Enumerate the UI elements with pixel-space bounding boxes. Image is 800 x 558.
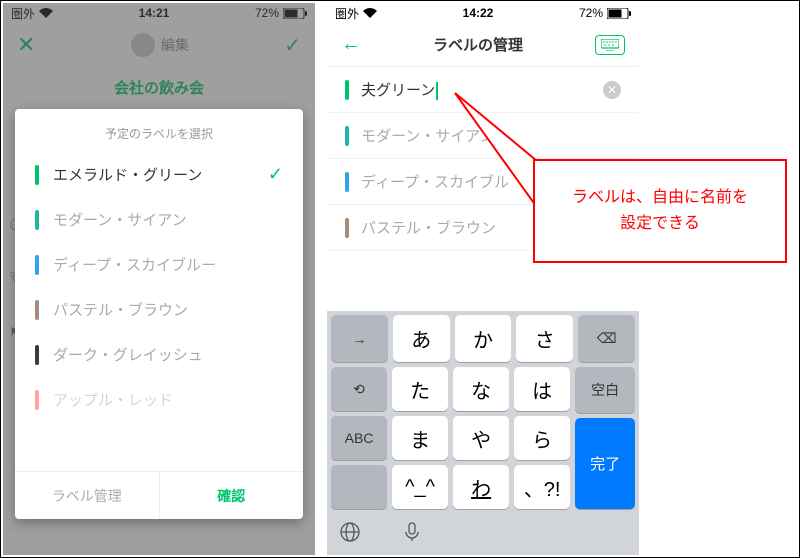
kana-key[interactable]: あ (393, 315, 450, 362)
status-bar: 圏外 14:22 72% (327, 3, 639, 23)
label-name: アップル・レッド (53, 389, 283, 410)
sheet-footer: ラベル管理 確認 (15, 471, 303, 519)
battery-percent: 72% (579, 6, 603, 20)
label-name: モダーン・サイアン (53, 209, 283, 230)
phone-right: 圏外 14:22 72% ← ラベルの管理 夫グリーン ✕ モダーン・サイアンデ… (327, 3, 639, 555)
check-icon: ✓ (268, 164, 283, 185)
color-indicator (35, 165, 39, 185)
phone-left: 圏外 14:21 72% ✕ 編集 ✓ 会社の飲み会 🕐 🏷 ⚑ 予定のラベルを… (3, 3, 315, 555)
label-name: パステル・ブラウン (53, 299, 283, 320)
label-name: ダーク・グレイッシュ (53, 344, 283, 365)
callout-text: ラベルは、自由に名前を 設定できる (572, 185, 748, 236)
function-key[interactable]: ABC (331, 416, 387, 460)
page-title: ラベルの管理 (433, 34, 523, 55)
carrier-text: 圏外 (335, 5, 359, 22)
function-key[interactable]: ⟲ (331, 367, 387, 411)
label-input-row[interactable]: 夫グリーン ✕ (327, 67, 639, 113)
kana-key[interactable]: ま (392, 416, 448, 460)
kana-key[interactable]: か (455, 315, 512, 362)
text-cursor (436, 82, 438, 100)
kana-key[interactable]: さ (516, 315, 573, 362)
label-row[interactable]: ダーク・グレイッシュ (15, 332, 303, 377)
color-indicator (345, 126, 349, 146)
color-indicator (35, 210, 39, 230)
function-key[interactable]: → (331, 315, 388, 362)
done-key[interactable]: 完了 (575, 418, 635, 509)
label-list: エメラルド・グリーン✓ モダーン・サイアンディープ・スカイブルーパステル・ブラウン… (15, 152, 303, 471)
label-input[interactable]: 夫グリーン (361, 79, 603, 100)
label-row[interactable]: パステル・ブラウン (15, 287, 303, 332)
globe-icon[interactable] (339, 521, 361, 548)
annotation-callout: ラベルは、自由に名前を 設定できる (533, 159, 787, 263)
color-indicator (345, 218, 349, 238)
label-row[interactable]: エメラルド・グリーン✓ (15, 152, 303, 197)
confirm-button[interactable]: 確認 (160, 472, 304, 519)
kana-key[interactable]: ^_^ (392, 465, 448, 509)
label-row[interactable]: モダーン・サイアン (15, 197, 303, 242)
label-name: モダーン・サイアン (361, 125, 621, 146)
kana-key[interactable]: な (453, 367, 509, 411)
kana-key[interactable]: や (453, 416, 509, 460)
label-row[interactable]: アップル・レッド (15, 377, 303, 422)
color-indicator (35, 300, 39, 320)
keyboard-bottom-bar (327, 513, 639, 555)
clock: 14:22 (463, 6, 494, 20)
backspace-key[interactable]: ⌫ (578, 315, 635, 362)
mic-icon[interactable] (401, 521, 423, 548)
kana-key[interactable]: 、?! (514, 465, 570, 509)
manage-labels-button[interactable]: ラベル管理 (15, 472, 160, 519)
color-indicator (345, 172, 349, 192)
space-key[interactable]: 空白 (575, 367, 635, 413)
color-indicator (35, 345, 39, 365)
manage-header: ← ラベルの管理 (327, 23, 639, 67)
kana-key[interactable]: た (392, 367, 448, 411)
kana-key[interactable]: は (514, 367, 570, 411)
label-row[interactable]: ディープ・スカイブルー (15, 242, 303, 287)
color-indicator (35, 255, 39, 275)
label-name: ディープ・スカイブルー (53, 254, 283, 275)
label-name: エメラルド・グリーン (53, 164, 268, 185)
keyboard-toggle-button[interactable] (595, 35, 625, 55)
sheet-title: 予定のラベルを選択 (15, 109, 303, 152)
wifi-icon (363, 8, 377, 18)
kana-key[interactable]: わ (453, 465, 509, 509)
battery-icon (607, 8, 631, 19)
kana-key[interactable]: ら (514, 416, 570, 460)
clear-icon[interactable]: ✕ (603, 81, 621, 99)
color-indicator (35, 390, 39, 410)
back-icon[interactable]: ← (341, 33, 361, 56)
label-row[interactable]: モダーン・サイアン (327, 113, 639, 159)
color-indicator (345, 80, 349, 100)
label-select-sheet: 予定のラベルを選択 エメラルド・グリーン✓ モダーン・サイアンディープ・スカイブル… (15, 109, 303, 519)
keyboard-collapse-key[interactable] (331, 465, 387, 509)
keyboard-icon (601, 39, 619, 51)
keyboard: →あかさ⌫ ⟲たなは ABCまやら ^_^わ、?! 空白完了 (327, 311, 639, 555)
